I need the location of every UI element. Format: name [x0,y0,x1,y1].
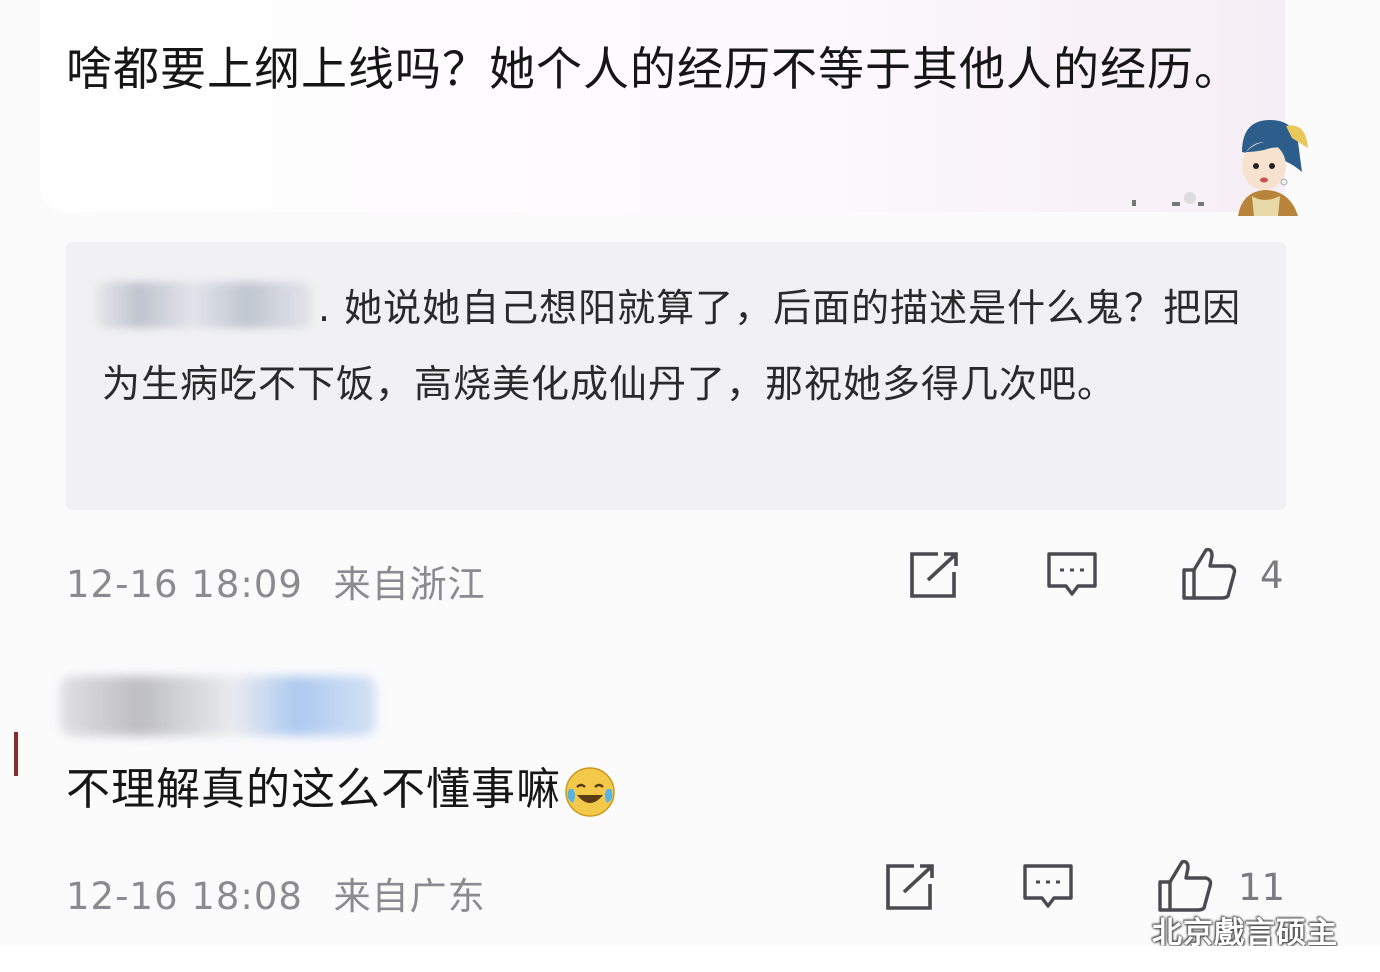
comment-location: 来自浙江 [333,563,486,606]
quoted-reply-text: . 她说她自己想阳就算了，后面的描述是什么鬼？把因为生病吃不下饭，高烧美化成仙丹… [102,286,1242,406]
laugh-cry-emoji-icon [565,767,615,817]
comment-text-content: 不理解真的这么不懂事嘛 [66,764,561,815]
comment-meta: 12-16 18:09 来自浙江 [66,554,486,608]
comment-meta: 12-16 18:08 来自广东 [66,866,486,920]
comment-text: 不理解真的这么不懂事嘛 [66,752,617,828]
comment-icon[interactable] [1046,550,1098,600]
bottom-divider [0,946,1380,972]
comment-timestamp: 12-16 18:08 [66,875,303,918]
like-icon[interactable] [1180,546,1238,602]
comment-location: 来自广东 [333,875,486,918]
girl-with-pearl-earring-sticker-icon [1238,120,1308,216]
like-count: 11 [1238,866,1286,909]
left-edge-mark [14,732,18,776]
comment-icon[interactable] [1022,862,1074,912]
weibo-comment-page: 啥都要上纲上线吗？她个人的经历不等于其他人的经历。 . 她说她自己想阳就算了，后… [0,0,1380,972]
sticker-decoration [1132,192,1204,206]
repost-icon[interactable] [908,550,962,600]
blurred-user-header[interactable] [60,676,376,736]
like-count: 4 [1260,554,1284,597]
like-icon[interactable] [1156,858,1214,914]
comment-text: 啥都要上纲上线吗？她个人的经历不等于其他人的经历。 [66,42,1241,96]
comment-timestamp: 12-16 18:09 [66,563,303,606]
repost-icon[interactable] [884,862,938,912]
